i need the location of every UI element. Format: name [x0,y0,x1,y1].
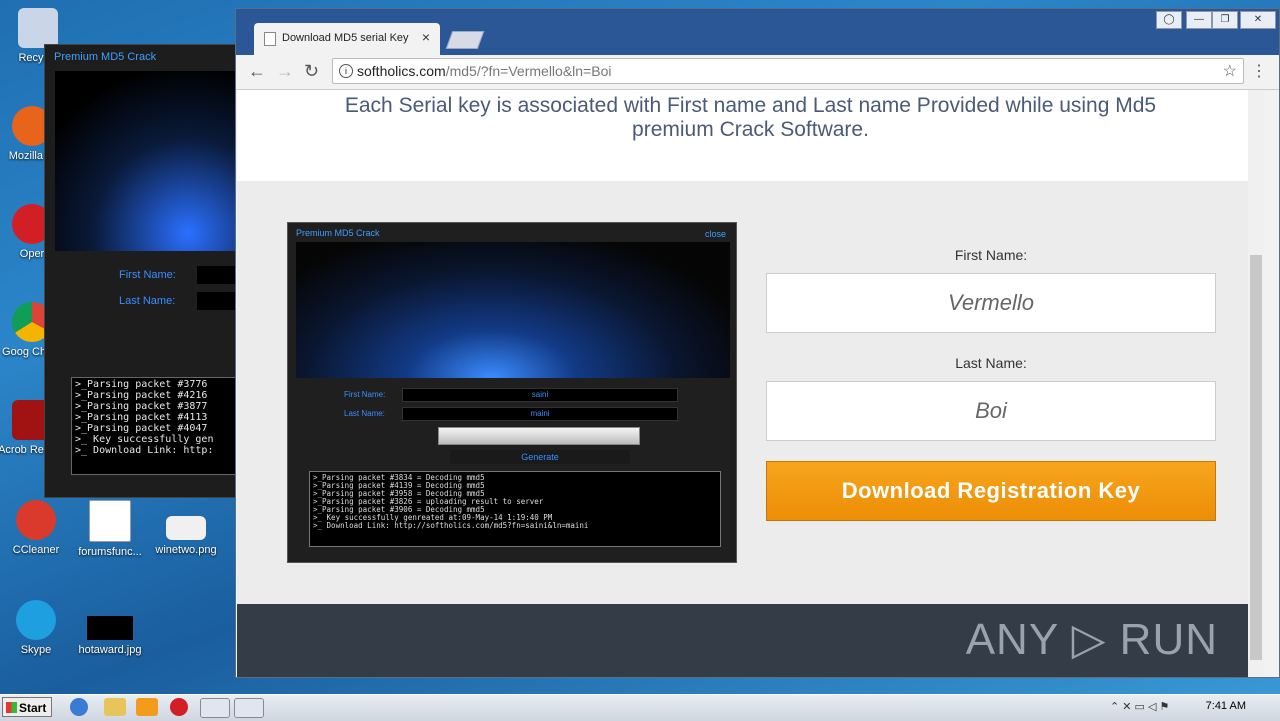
url-path: /md5/?fn=Vermello&ln=Boi [445,63,612,79]
desktop-icon-label: hotaward.jpg [78,644,142,656]
scrollbar-thumb[interactable] [1250,255,1262,660]
ie-taskbar-icon[interactable] [70,698,88,716]
screenshot-title: Premium MD5 Crack [296,228,380,238]
hero-image [55,71,245,251]
page-headline: Each Serial key is associated with First… [237,90,1264,181]
explorer-taskbar-icon[interactable] [104,698,126,716]
download-registration-key-button[interactable]: Download Registration Key [766,461,1216,521]
first-name-label: First Name: [119,269,176,281]
browser-toolbar: ← → ↻ i softholics.com/md5/?fn=Vermello&… [236,55,1279,90]
last-name-label: Last Name: [955,355,1027,371]
tab-title: Download MD5 serial Key [282,32,409,44]
recycle-bin-icon [18,8,58,48]
console-output: >_Parsing packet #3776 >_Parsing packet … [71,377,253,475]
crack-screenshot: Premium MD5 Crack close First Name: sain… [287,222,737,563]
app-taskbar-icon[interactable] [234,698,264,718]
headline-line-2: premium Crack Software. [632,118,869,141]
media-player-taskbar-icon[interactable] [136,698,158,716]
desktop-icon-forumsfunc[interactable]: forumsfunc... [72,500,148,558]
bookmark-star-icon[interactable]: ☆ [1223,61,1237,81]
desktop-icon-skype[interactable]: Skype [0,600,74,656]
chrome-taskbar-icon[interactable] [200,698,230,718]
restore-icon[interactable]: ❐ [1212,11,1238,29]
desktop-icon-hotaward[interactable]: hotaward.jpg [72,600,148,656]
opera-taskbar-icon[interactable] [170,698,188,716]
last-name-field[interactable] [197,292,237,310]
desktop-icon-ccleaner[interactable]: CCleaner [0,500,74,556]
minimize-icon[interactable]: — [1186,11,1212,29]
page-icon [264,32,276,46]
back-arrow-icon[interactable]: ← [248,61,266,82]
screenshot-first-label: First Name: [344,390,386,399]
screenshot-generate-button: Generate [450,450,630,464]
screenshot-first-field: saini [402,388,678,402]
page-footer: ANY ▷ RUN [237,604,1248,677]
last-name-label: Last Name: [119,295,176,307]
screenshot-console: >_Parsing packet #3834 = Decoding mmd5 >… [309,471,721,547]
desktop-icon-label: forumsfunc... [78,546,142,558]
screenshot-last-label: Last Name: [344,409,385,418]
hero-image [296,242,730,378]
window-title: Premium MD5 Crack [54,51,157,63]
start-button[interactable]: Start [2,697,52,717]
start-label: Start [19,701,47,715]
forward-arrow-icon[interactable]: → [276,61,294,82]
first-name-input[interactable]: Vermello [766,273,1216,333]
close-tab-icon[interactable]: × [422,29,430,45]
background-crack-window[interactable]: Premium MD5 Crack First Name: Last Name:… [44,44,253,498]
headline-line-1: Each Serial key is associated with First… [344,94,1157,117]
skype-icon [16,600,56,640]
info-icon[interactable]: i [339,64,353,78]
image-file-icon [166,516,206,540]
first-name-label: First Name: [954,247,1028,263]
desktop-icon-label: CCleaner [12,544,60,556]
tab-bar: Download MD5 serial Key × ◯ — ❐ ✕ [236,9,1279,55]
windows-logo-icon [6,702,17,713]
screenshot-close-link: close [704,229,726,239]
taskbar: Start ⌃ ✕ ▭ ◁ ⚑ 7:41 AM [0,694,1280,721]
ccleaner-icon [16,500,56,540]
close-window-icon[interactable]: ✕ [1240,11,1276,29]
first-name-field[interactable] [197,266,237,284]
address-bar[interactable]: i softholics.com/md5/?fn=Vermello&ln=Boi… [332,58,1244,84]
new-tab-button[interactable] [445,31,485,49]
page-scrollbar[interactable] [1248,90,1264,677]
image-file-icon [87,616,133,640]
desktop-icon-label: Skype [20,644,52,656]
url-domain: softholics.com [357,63,446,79]
last-name-input[interactable]: Boi [766,381,1216,441]
menu-dots-icon[interactable]: ⋮ [1251,61,1267,81]
screenshot-progress-bar [438,427,640,445]
browser-tab-active[interactable]: Download MD5 serial Key × [254,23,440,55]
desktop-icon-winetwo[interactable]: winetwo.png [148,500,224,556]
screenshot-last-field: maini [402,407,678,421]
browser-window[interactable]: Download MD5 serial Key × ◯ — ❐ ✕ ← → ↻ … [235,8,1280,678]
system-tray-icons[interactable]: ⌃ ✕ ▭ ◁ ⚑ [1110,700,1169,713]
desktop-icon-label: winetwo.png [155,544,217,556]
web-page: Each Serial key is associated with First… [237,90,1264,677]
word-document-icon [89,500,131,542]
reload-icon[interactable]: ↻ [304,61,319,82]
anyrun-logo: ANY ▷ RUN [965,615,1218,664]
profile-icon[interactable]: ◯ [1156,11,1182,29]
clock: 7:41 AM [1205,700,1246,712]
